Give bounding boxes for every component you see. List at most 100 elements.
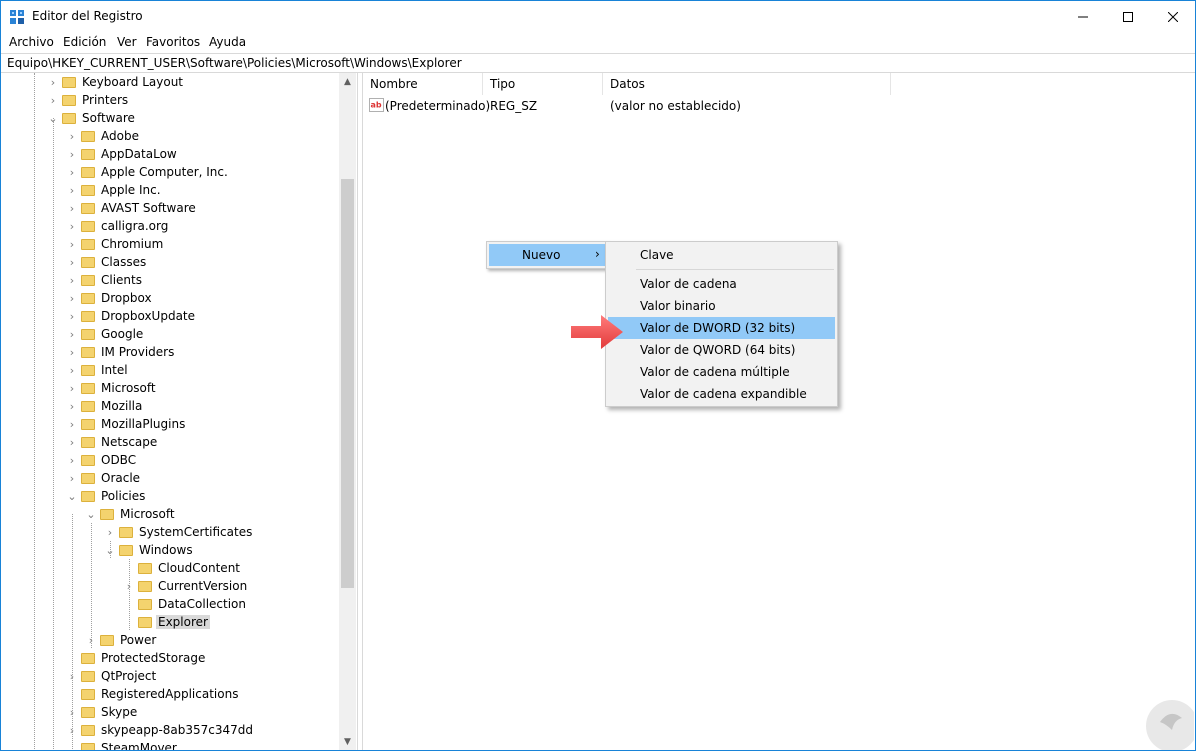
chevron-down-icon[interactable]: ⌄ [66, 487, 78, 505]
folder-icon [100, 508, 114, 520]
tree-item[interactable]: › IM Providers [66, 343, 176, 361]
submenu-item-valor-dword[interactable]: Valor de DWORD (32 bits) [608, 317, 835, 339]
tree-item[interactable]: › Mozilla [66, 397, 144, 415]
chevron-right-icon[interactable]: › [66, 379, 78, 397]
address-bar[interactable]: Equipo\HKEY_CURRENT_USER\Software\Polici… [1, 53, 1195, 73]
tree-scrollbar[interactable]: ▲ ▼ [339, 73, 356, 750]
tree-item[interactable]: › QtProject [66, 667, 158, 685]
chevron-right-icon[interactable]: › [66, 289, 78, 307]
chevron-down-icon[interactable]: ⌄ [85, 505, 97, 523]
tree-item[interactable]: ⌄ Policies [66, 487, 147, 505]
chevron-right-icon[interactable]: › [66, 433, 78, 451]
chevron-right-icon[interactable]: › [66, 361, 78, 379]
tree-item-label: Apple Computer, Inc. [101, 165, 228, 179]
submenu-item-valor-cadena-multiple[interactable]: Valor de cadena múltiple [608, 361, 835, 383]
values-list[interactable]: Nombre Tipo Datos ab (Predeterminado) RE… [362, 73, 1195, 750]
tree-item[interactable]: › calligra.org [66, 217, 170, 235]
submenu-item-valor-cadena-expandible[interactable]: Valor de cadena expandible [608, 383, 835, 405]
tree-item[interactable]: › Skype [66, 703, 139, 721]
tree-item-label: Microsoft [101, 381, 156, 395]
tree-item-label: Policies [101, 489, 146, 503]
tree-item[interactable]: › Google [66, 325, 145, 343]
submenu-item-clave[interactable]: Clave [608, 244, 835, 266]
scroll-thumb[interactable] [341, 179, 354, 588]
value-name[interactable]: (Predeterminado) [385, 99, 490, 113]
column-header-tipo[interactable]: Tipo [483, 73, 603, 95]
menu-favoritos[interactable]: Favoritos [146, 35, 200, 49]
tree-item[interactable]: Explorer [123, 613, 210, 631]
submenu-item-valor-binario[interactable]: Valor binario [608, 295, 835, 317]
maximize-button[interactable] [1105, 1, 1151, 32]
tree-item[interactable]: › Keyboard Layout [47, 73, 185, 91]
tree-item[interactable]: › Classes [66, 253, 148, 271]
submenu-item-valor-qword[interactable]: Valor de QWORD (64 bits) [608, 339, 835, 361]
minimize-button[interactable] [1060, 1, 1106, 32]
close-button[interactable] [1150, 1, 1195, 32]
chevron-right-icon[interactable]: › [66, 217, 78, 235]
chevron-right-icon[interactable]: › [66, 325, 78, 343]
tree-item[interactable]: › AVAST Software [66, 199, 198, 217]
tree-item[interactable]: › Oracle [66, 469, 142, 487]
tree-item[interactable]: › DropboxUpdate [66, 307, 197, 325]
chevron-right-icon[interactable]: › [66, 271, 78, 289]
tree-item[interactable]: › skypeapp-8ab357c347dd [66, 721, 255, 739]
chevron-right-icon[interactable]: › [66, 397, 78, 415]
tree-item[interactable]: › Dropbox [66, 289, 154, 307]
chevron-right-icon[interactable]: › [66, 163, 78, 181]
tree-item[interactable]: › MozillaPlugins [66, 415, 187, 433]
menu-ver[interactable]: Ver [117, 35, 137, 49]
chevron-right-icon[interactable]: › [47, 73, 59, 91]
menu-item-nuevo[interactable]: Nuevo › [489, 244, 605, 266]
tree-item[interactable]: › Power [85, 631, 158, 649]
scroll-down-icon[interactable]: ▼ [339, 733, 356, 750]
chevron-right-icon[interactable]: › [66, 451, 78, 469]
chevron-right-icon[interactable]: › [66, 181, 78, 199]
chevron-right-icon[interactable]: › [66, 307, 78, 325]
tree-item[interactable]: › Microsoft [66, 379, 158, 397]
menu-edicion[interactable]: Edición [63, 35, 106, 49]
column-header-nombre[interactable]: Nombre [363, 73, 483, 95]
chevron-right-icon[interactable]: › [66, 253, 78, 271]
tree-item[interactable]: › Chromium [66, 235, 165, 253]
tree-item[interactable]: › AppDataLow [66, 145, 179, 163]
tree-item[interactable]: ⌄ Software [47, 109, 137, 127]
tree-item[interactable]: DataCollection [123, 595, 248, 613]
registry-editor-window: Editor del Registro Archivo Edición Ver … [0, 0, 1196, 751]
column-header-datos[interactable]: Datos [603, 73, 891, 95]
tree-item[interactable]: › SystemCertificates [104, 523, 254, 541]
chevron-right-icon[interactable]: › [66, 415, 78, 433]
tree-item[interactable]: › ODBC [66, 451, 138, 469]
tree-item[interactable]: RegisteredApplications [66, 685, 240, 703]
chevron-right-icon[interactable]: › [66, 343, 78, 361]
tree-item[interactable]: › Apple Inc. [66, 181, 163, 199]
chevron-right-icon[interactable]: › [66, 235, 78, 253]
folder-icon [81, 130, 95, 142]
menu-ayuda[interactable]: Ayuda [209, 35, 246, 49]
submenu-item-valor-cadena[interactable]: Valor de cadena [608, 273, 835, 295]
address-path[interactable]: Equipo\HKEY_CURRENT_USER\Software\Polici… [7, 56, 462, 70]
tree-item[interactable]: SteamMover [66, 739, 179, 750]
chevron-right-icon[interactable]: › [66, 469, 78, 487]
tree-guide-line [53, 118, 54, 750]
chevron-right-icon[interactable]: › [66, 199, 78, 217]
chevron-right-icon[interactable]: › [104, 523, 116, 541]
tree-item[interactable]: ProtectedStorage [66, 649, 207, 667]
tree-item[interactable]: › Netscape [66, 433, 159, 451]
tree-item[interactable]: › Printers [47, 91, 130, 109]
chevron-right-icon[interactable]: › [66, 127, 78, 145]
tree-item[interactable]: › Intel [66, 361, 130, 379]
tree-item[interactable]: › Adobe [66, 127, 141, 145]
tree-item[interactable]: ⌄ Microsoft [85, 505, 177, 523]
tree-item[interactable]: CloudContent [123, 559, 242, 577]
tree-item-label: Chromium [101, 237, 164, 251]
tree-item[interactable]: ⌄ Windows [104, 541, 195, 559]
close-icon [1168, 11, 1178, 22]
chevron-right-icon[interactable]: › [66, 145, 78, 163]
tree-item[interactable]: › CurrentVersion [123, 577, 249, 595]
menu-archivo[interactable]: Archivo [9, 35, 54, 49]
registry-tree[interactable]: › Keyboard Layout › Printers ⌄ Software › Adobe… [1, 73, 358, 750]
scroll-up-icon[interactable]: ▲ [339, 73, 356, 90]
tree-item[interactable]: › Clients [66, 271, 144, 289]
chevron-right-icon[interactable]: › [47, 91, 59, 109]
tree-item[interactable]: › Apple Computer, Inc. [66, 163, 230, 181]
